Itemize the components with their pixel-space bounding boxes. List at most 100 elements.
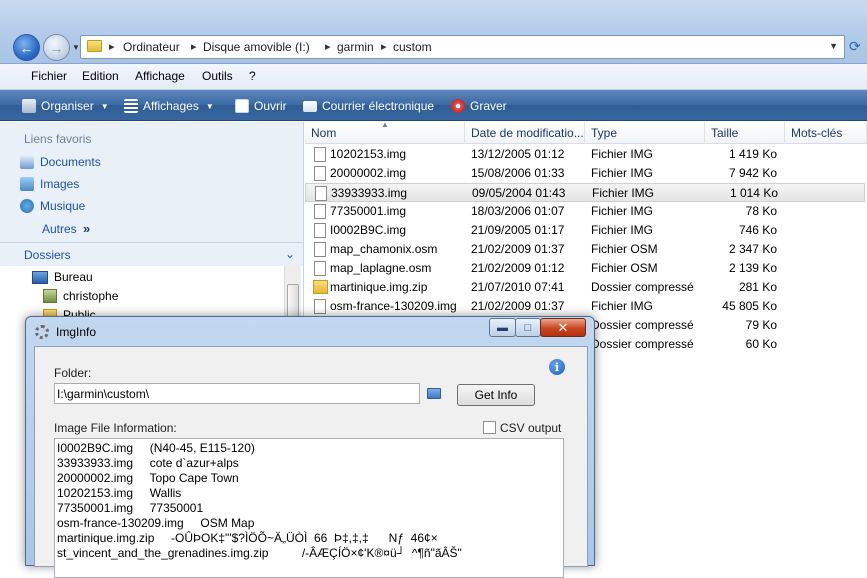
menu-outils[interactable]: Outils (202, 69, 233, 83)
fav-link-documents[interactable]: Documents (20, 155, 101, 169)
browse-folder-icon[interactable] (427, 388, 441, 399)
image-info-output[interactable]: I0002B9C.img (N40-45, E115-120) 33933933.… (54, 438, 564, 578)
file-type: Fichier OSM (591, 261, 658, 275)
fav-link-images[interactable]: Images (20, 177, 79, 191)
email-label: Courrier électronique (322, 99, 435, 113)
file-icon (315, 186, 327, 201)
double-chevron-right-icon[interactable]: » (83, 221, 90, 236)
menu-fichier[interactable]: Fichier (31, 69, 67, 83)
breadcrumb-garmin[interactable]: garmin (337, 40, 374, 54)
refresh-icon[interactable]: ⟳ (849, 38, 861, 55)
file-type: Dossier compressé (591, 337, 694, 351)
file-row[interactable]: 20000002.img 15/08/2006 01:33 Fichier IMG 7… (305, 164, 865, 183)
csv-output-checkbox[interactable] (483, 421, 496, 434)
sort-ascending-icon: ▲ (381, 122, 389, 129)
file-row[interactable]: osm-france-130209.img 21/02/2009 01:37 Fic… (305, 297, 865, 316)
burn-button[interactable]: Graver (451, 97, 507, 115)
file-row[interactable]: map_laplagne.osm 21/02/2009 01:12 Fichier … (305, 259, 865, 278)
file-type: Fichier OSM (591, 242, 658, 256)
fav-link-label: Musique (40, 199, 86, 213)
open-button[interactable]: Ouvrir (235, 97, 287, 115)
user-folder-icon (43, 289, 57, 303)
file-size: 281 Ko (738, 280, 777, 294)
file-row[interactable]: 33933933.img 09/05/2004 01:43 Fichier IMG 1… (305, 183, 865, 202)
file-type: Fichier IMG (591, 166, 654, 180)
file-date: 09/05/2004 01:43 (472, 186, 566, 200)
file-size: 2 139 Ko (728, 261, 777, 275)
file-row[interactable]: martinique.img.zip 21/07/2010 07:41 Dossie… (305, 278, 865, 297)
breadcrumb-separator[interactable]: ▸ (109, 40, 115, 53)
image-info-label: Image File Information: (54, 421, 177, 435)
back-button[interactable]: ← (13, 34, 40, 61)
file-type: Dossier compressé (591, 318, 694, 332)
organize-button[interactable]: Organiser ▼ (22, 97, 109, 115)
imginfo-dialog: ImgInfo ▬ □ ✕ Folder: Get Info i Image F… (25, 316, 595, 578)
menu-help[interactable]: ? (249, 69, 256, 83)
column-header-date[interactable]: Date de modificatio... (465, 122, 585, 144)
file-row[interactable]: 77350001.img 18/03/2006 01:07 Fichier IMG 7… (305, 202, 865, 221)
folder-label: Folder: (54, 366, 92, 380)
folder-input[interactable] (54, 383, 420, 404)
menu-affichage[interactable]: Affichage (135, 69, 185, 83)
folder-icon (87, 40, 102, 52)
forward-button[interactable]: → (43, 34, 70, 61)
file-row[interactable]: map_chamonix.osm 21/02/2009 01:37 Fichier … (305, 240, 865, 259)
column-header-keywords[interactable]: Mots-clés (785, 122, 867, 144)
column-header-label: Date de modificatio... (471, 126, 584, 140)
breadcrumb-separator[interactable]: ▸ (191, 40, 197, 53)
menu-edition[interactable]: Edition (82, 69, 119, 83)
breadcrumb-disque[interactable]: Disque amovible (I:) (203, 40, 310, 54)
column-header-label: Nom (311, 126, 337, 140)
views-icon (124, 99, 138, 113)
column-header-name[interactable]: ▲ Nom (305, 122, 465, 144)
file-date: 21/02/2009 01:37 (471, 242, 565, 256)
chevron-down-icon[interactable]: ▼ (829, 41, 838, 51)
column-header-type[interactable]: Type (585, 122, 705, 144)
folders-header[interactable]: Dossiers ⌄ (0, 242, 303, 266)
column-header-size[interactable]: Taille (705, 122, 785, 144)
burn-disc-icon (451, 99, 465, 113)
csv-output-label[interactable]: CSV output (500, 421, 561, 435)
file-type: Fichier IMG (591, 204, 654, 218)
fav-link-musique[interactable]: Musique (20, 199, 85, 213)
email-button[interactable]: Courrier électronique (303, 97, 434, 115)
file-row[interactable]: 10202153.img 13/12/2005 01:12 Fichier IMG 1… (305, 145, 865, 164)
file-size: 746 Ko (738, 223, 777, 237)
file-type: Dossier compressé (591, 280, 694, 294)
file-name: 77350001.img (330, 204, 407, 218)
tree-item-bureau[interactable]: Bureau (32, 270, 93, 284)
breadcrumb-separator[interactable]: ▸ (381, 40, 387, 53)
documents-icon (20, 155, 34, 169)
minimize-button[interactable]: ▬ (489, 318, 516, 337)
dialog-body: Folder: Get Info i Image File Informatio… (34, 346, 588, 578)
history-dropdown-button[interactable]: ▼ (72, 43, 80, 52)
fav-link-more[interactable]: Autres (42, 222, 77, 236)
file-name: 20000002.img (330, 166, 407, 180)
breadcrumb-separator[interactable]: ▸ (325, 40, 331, 53)
file-type: Fichier IMG (592, 186, 655, 200)
maximize-button[interactable]: □ (515, 318, 541, 337)
email-icon (303, 100, 317, 112)
output-line: martinique.img.zip -OÛÞOK‡"'$?ÌÖÕ~Ä„ÜÒÌ … (57, 531, 438, 545)
address-box[interactable]: ▸ Ordinateur ▸ Disque amovible (I:) ▸ ga… (80, 35, 845, 59)
tree-item-christophe[interactable]: christophe (43, 289, 118, 303)
file-size: 1 419 Ko (728, 147, 777, 161)
column-headers: ▲ Nom Date de modificatio... Type Taille… (305, 122, 867, 144)
address-bar-area: ← → ▼ ▸ Ordinateur ▸ Disque amovible (I:… (0, 0, 867, 64)
chevron-down-icon[interactable]: ⌄ (285, 247, 295, 261)
burn-label: Graver (470, 99, 507, 113)
views-button[interactable]: Affichages ▼ (124, 97, 214, 115)
organize-icon (22, 99, 36, 113)
get-info-button[interactable]: Get Info (457, 384, 535, 406)
file-row[interactable]: I0002B9C.img 21/09/2005 01:17 Fichier IMG 7… (305, 221, 865, 240)
dialog-title: ImgInfo (56, 325, 97, 339)
file-date: 15/08/2006 01:33 (471, 166, 565, 180)
file-name: map_chamonix.osm (330, 242, 438, 256)
file-size: 1 014 Ko (729, 186, 778, 200)
breadcrumb-custom[interactable]: custom (393, 40, 432, 54)
output-line: 10202153.img Wallis (57, 486, 182, 500)
output-line: st_vincent_and_the_grenadines.img.zip /-… (57, 546, 462, 560)
breadcrumb-ordinateur[interactable]: Ordinateur (123, 40, 180, 54)
close-button[interactable]: ✕ (540, 318, 586, 337)
info-icon[interactable]: i (549, 359, 565, 375)
